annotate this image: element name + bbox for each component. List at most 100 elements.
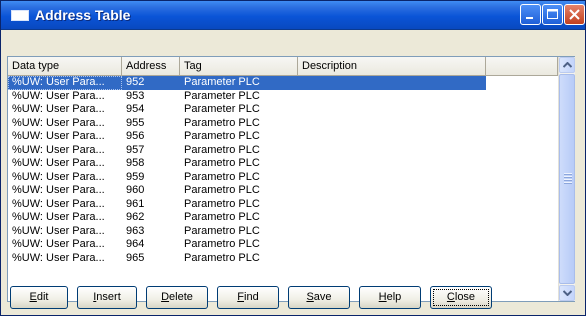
cell-description — [298, 238, 486, 252]
window-icon — [11, 10, 29, 21]
cell-data-type: %UW: User Para... — [12, 197, 105, 210]
address-table-window: Address Table Data type Address Tag Desc… — [0, 0, 586, 316]
cell-address: 964 — [126, 238, 145, 250]
cell-tag: Parameter PLC — [184, 103, 260, 115]
cell-address: 954 — [126, 103, 145, 115]
cell-address: 963 — [126, 224, 145, 237]
arrow-up-icon — [563, 62, 572, 68]
column-header-filler — [486, 57, 558, 75]
cell-description — [298, 157, 486, 171]
column-header-description[interactable]: Description — [298, 57, 486, 75]
list-rows: %UW: User Para... 952 Parameter PLC %UW: Us… — [8, 76, 558, 302]
cell-address: 961 — [126, 197, 145, 210]
table-row[interactable]: %UW: User Para... 961 Parametro PLC — [8, 198, 558, 212]
help-button[interactable]: Help — [359, 286, 421, 309]
table-row[interactable]: %UW: User Para... 960 Parametro PLC — [8, 184, 558, 198]
cell-address: 953 — [126, 89, 145, 102]
delete-button[interactable]: Delete — [146, 286, 208, 309]
maximize-icon — [547, 9, 558, 19]
table-row[interactable]: %UW: User Para... 957 Parametro PLC — [8, 144, 558, 158]
window-title: Address Table — [35, 7, 131, 23]
table-row[interactable]: %UW: User Para... 963 Parametro PLC — [8, 225, 558, 239]
cell-tag: Parametro PLC — [184, 116, 260, 129]
table-row[interactable]: %UW: User Para... 955 Parametro PLC — [8, 117, 558, 131]
table-row[interactable]: %UW: User Para... 959 Parametro PLC — [8, 171, 558, 185]
cell-tag: Parametro PLC — [184, 197, 260, 210]
cell-description — [298, 211, 486, 225]
cell-address: 956 — [126, 130, 145, 142]
cell-tag: Parametro PLC — [184, 211, 260, 223]
cell-data-type: %UW: User Para... — [12, 143, 105, 156]
minimize-icon — [526, 17, 533, 19]
table-row[interactable]: %UW: User Para... 962 Parametro PLC — [8, 211, 558, 225]
cell-description — [298, 198, 486, 212]
cell-data-type: %UW: User Para... — [12, 170, 105, 183]
title-bar[interactable]: Address Table — [1, 1, 585, 30]
table-row[interactable]: %UW: User Para... 952 Parameter PLC — [8, 76, 558, 90]
list-header: Data type Address Tag Description — [8, 57, 558, 76]
cell-data-type: %UW: User Para... — [8, 76, 122, 90]
cell-description — [298, 144, 486, 158]
button-bar: Edit Insert Delete Find Save Help Close — [7, 286, 575, 312]
cell-data-type: %UW: User Para... — [12, 103, 105, 115]
find-button[interactable]: Find — [217, 286, 279, 309]
cell-description — [298, 171, 486, 185]
cell-data-type: %UW: User Para... — [12, 224, 105, 237]
cell-description — [298, 225, 486, 239]
minimize-button[interactable] — [520, 4, 541, 25]
cell-data-type: %UW: User Para... — [12, 116, 105, 129]
table-row[interactable]: %UW: User Para... 965 Parametro PLC — [8, 252, 558, 266]
close-window-button[interactable] — [564, 4, 585, 25]
table-row[interactable]: %UW: User Para... 954 Parameter PLC — [8, 103, 558, 117]
cell-data-type: %UW: User Para... — [12, 184, 105, 196]
table-row[interactable]: %UW: User Para... 956 Parametro PLC — [8, 130, 558, 144]
cell-description — [298, 184, 486, 198]
cell-tag: Parametro PLC — [184, 184, 260, 196]
cell-data-type: %UW: User Para... — [12, 157, 105, 169]
cell-data-type: %UW: User Para... — [12, 251, 105, 264]
scroll-up-button[interactable] — [559, 57, 575, 73]
cell-tag: Parametro PLC — [184, 157, 260, 169]
cell-data-type: %UW: User Para... — [12, 238, 105, 250]
column-header-tag[interactable]: Tag — [180, 57, 298, 75]
table-row[interactable]: %UW: User Para... 958 Parametro PLC — [8, 157, 558, 171]
cell-description — [298, 103, 486, 117]
cell-tag: Parametro PLC — [184, 251, 260, 264]
cell-description — [298, 130, 486, 144]
column-header-address[interactable]: Address — [122, 57, 180, 75]
save-button[interactable]: Save — [288, 286, 350, 309]
edit-button[interactable]: Edit — [10, 286, 68, 309]
cell-tag: Parametro PLC — [184, 224, 260, 237]
cell-data-type: %UW: User Para... — [12, 211, 105, 223]
column-header-data-type[interactable]: Data type — [8, 57, 122, 75]
address-list[interactable]: Data type Address Tag Description %UW: U… — [7, 56, 575, 302]
cell-tag: Parametro PLC — [184, 143, 260, 156]
cell-address: 965 — [126, 251, 145, 264]
maximize-button[interactable] — [542, 4, 563, 25]
insert-button[interactable]: Insert — [77, 286, 137, 309]
close-button[interactable]: Close — [430, 286, 492, 309]
cell-address: 952 — [122, 76, 180, 90]
cell-description — [298, 252, 486, 266]
cell-tag: Parametro PLC — [184, 130, 260, 142]
cell-description — [298, 90, 486, 104]
cell-tag: Parameter PLC — [180, 76, 298, 90]
table-row[interactable]: %UW: User Para... 953 Parameter PLC — [8, 90, 558, 104]
scroll-thumb[interactable] — [559, 74, 575, 284]
cell-description — [298, 76, 486, 90]
cell-tag: Parametro PLC — [184, 170, 260, 183]
cell-address: 960 — [126, 184, 145, 196]
cell-address: 959 — [126, 170, 145, 183]
vertical-scrollbar[interactable] — [558, 57, 575, 301]
cell-address: 957 — [126, 143, 145, 156]
cell-tag: Parameter PLC — [184, 89, 260, 102]
client-area: Data type Address Tag Description %UW: U… — [3, 31, 583, 315]
close-icon — [569, 9, 580, 20]
cell-address: 955 — [126, 116, 145, 129]
cell-data-type: %UW: User Para... — [12, 89, 105, 102]
cell-address: 962 — [126, 211, 145, 223]
cell-description — [298, 117, 486, 131]
table-row[interactable]: %UW: User Para... 964 Parametro PLC — [8, 238, 558, 252]
cell-address: 958 — [126, 157, 145, 169]
cell-tag: Parametro PLC — [184, 238, 260, 250]
